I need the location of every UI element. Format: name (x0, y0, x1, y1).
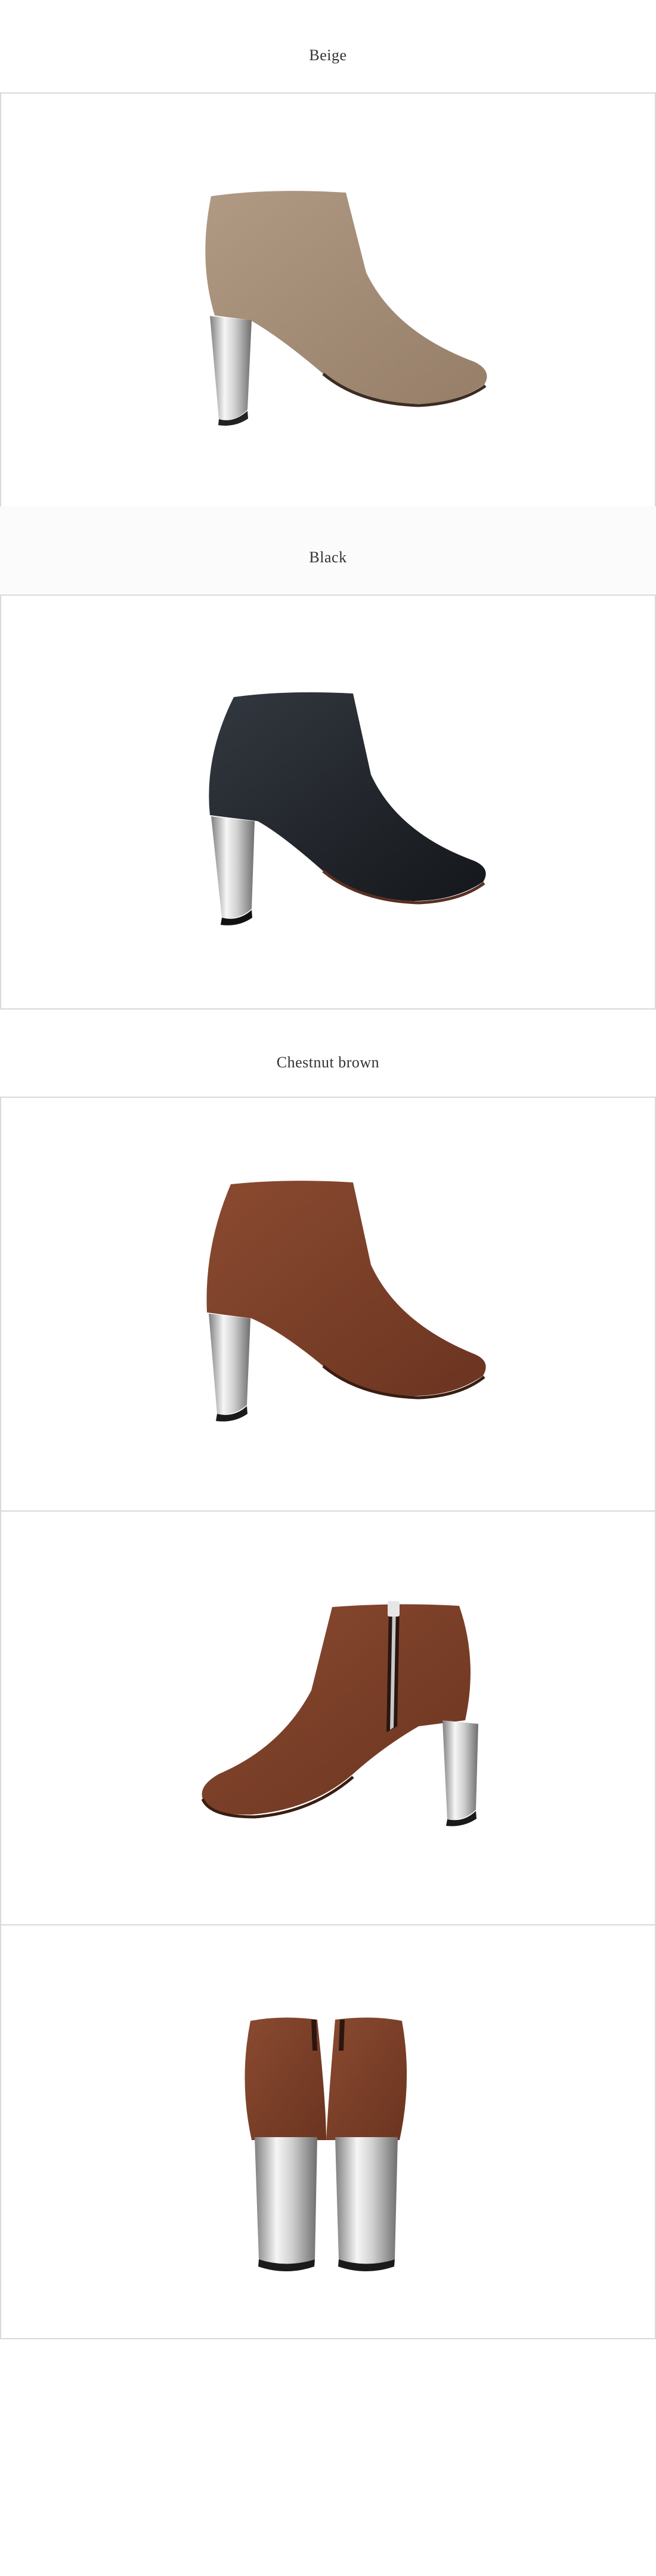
color-label-chestnut-brown: Chestnut brown (276, 1054, 380, 1071)
product-image-chestnut-back (0, 1924, 656, 2339)
boot-black-illustration (209, 692, 486, 925)
color-label-beige: Beige (309, 47, 347, 64)
boot-beige-illustration (205, 191, 487, 426)
boot-chestnut-inner-illustration (201, 1601, 478, 1826)
product-image-chestnut-inner (0, 1510, 656, 1925)
product-image-black (0, 595, 656, 1010)
boots-chestnut-back-illustration (245, 2017, 407, 2271)
color-label-black: Black (309, 549, 347, 566)
product-image-beige (0, 92, 656, 507)
product-image-chestnut-side (0, 1097, 656, 1512)
boot-chestnut-side-illustration (206, 1181, 486, 1422)
